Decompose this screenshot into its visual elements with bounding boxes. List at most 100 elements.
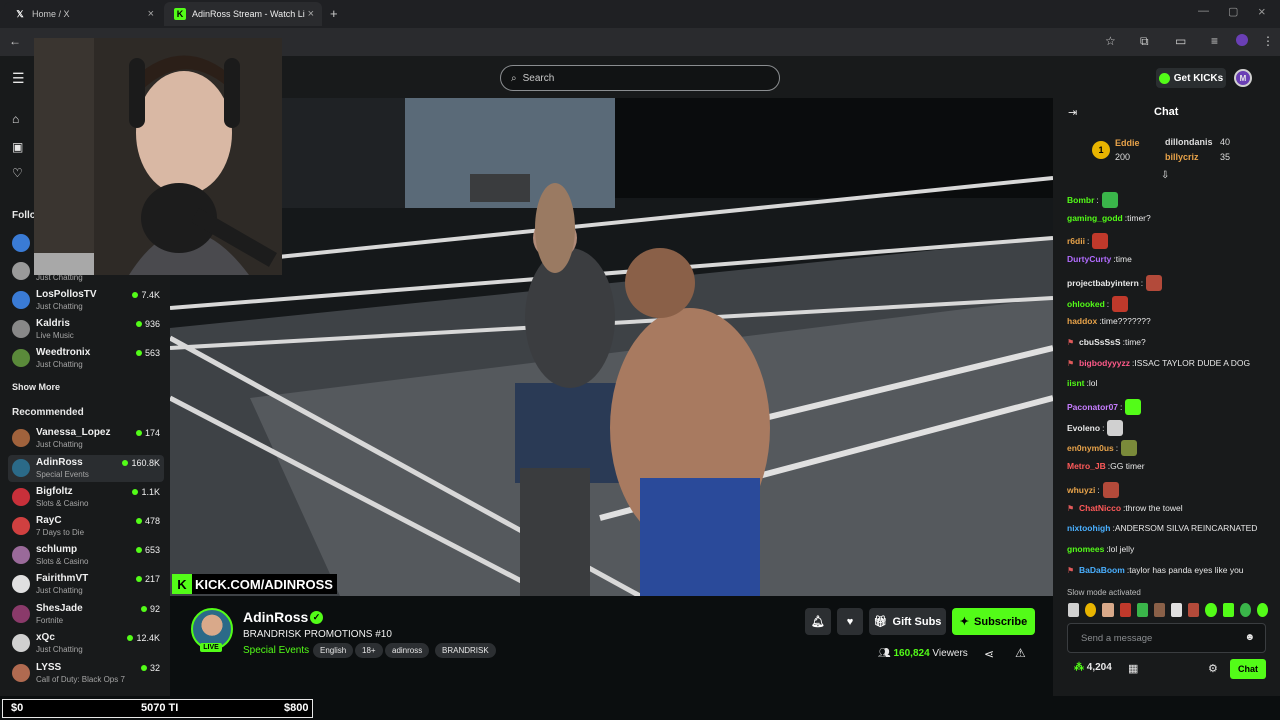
emote[interactable] [1153,603,1166,617]
chat-emote[interactable] [1112,296,1129,312]
gift-store-icon[interactable]: ▦ [1128,662,1138,675]
emote[interactable] [1085,603,1097,617]
chat-username[interactable]: r6dii [1067,236,1085,246]
emote[interactable] [1205,603,1217,617]
avatar [12,634,30,652]
tab-home-x[interactable]: 𝕏 Home / X × [4,2,162,26]
notification-bell-button[interactable]: 🔔︎ [805,608,831,635]
tag-adinross[interactable]: adinross [385,643,430,658]
expand-leaderboard-icon[interactable]: ⇩ [1161,170,1169,181]
search-input[interactable]: ⌕ Search [500,65,780,91]
maximize-icon[interactable]: ▢ [1228,5,1238,18]
following-item-lospollostv[interactable]: LosPollosTV Just Chatting 7.4K [8,287,164,314]
tag-english[interactable]: English [313,643,354,658]
chat-emote[interactable] [1092,233,1109,249]
recommended-item-xqc[interactable]: xQc Just Chatting 12.4K [8,630,164,657]
back-arrow-icon[interactable]: ← [9,34,21,48]
slow-mode-notice: Slow mode activated [1067,588,1141,597]
avatar [12,291,30,309]
chat-username[interactable]: Paconator07 [1067,402,1118,412]
settings-gear-icon[interactable]: ⚙ [1208,662,1218,675]
window-close-icon[interactable]: × [1258,4,1266,19]
recommended-item-schlump[interactable]: schlump Slots & Casino 653 [8,542,164,569]
gift-subs-button[interactable]: 🎁︎ Gift Subs [869,608,946,635]
profile-icon[interactable] [1236,34,1248,46]
stream-category[interactable]: Special Events [243,645,309,656]
chat-username[interactable]: Metro_JB [1067,461,1106,471]
streamer-name[interactable]: AdinRoss [243,609,308,625]
collapse-chat-icon[interactable]: ⇥ [1068,106,1077,119]
kicks-balance[interactable]: ⁂ 4,204 [1074,662,1112,673]
recommended-item-bigfoltz[interactable]: Bigfoltz Slots & Casino 1.1K [8,484,164,511]
following-item-kaldris[interactable]: Kaldris Live Music 936 [8,316,164,343]
chat-username[interactable]: cbuSsSsS [1079,337,1121,347]
chat-emote[interactable] [1146,275,1163,291]
recommended-item-vanessa-lopez[interactable]: Vanessa_Lopez Just Chatting 174 [8,425,164,452]
chat-emote[interactable] [1101,192,1118,208]
follow-heart-button[interactable]: ♥ [837,608,863,635]
chat-emote[interactable] [1121,440,1138,456]
subscribe-button[interactable]: ✦ Subscribe [952,608,1035,635]
show-more-link[interactable]: Show More [12,382,60,392]
chat-username[interactable]: ChatNicco [1079,503,1121,513]
video-player[interactable] [170,98,1053,596]
chat-title: Chat [1154,106,1179,118]
emoji-icon[interactable]: ☻ [1244,632,1255,643]
chat-username[interactable]: haddox [1067,316,1097,326]
chat-username[interactable]: Bombr [1067,195,1094,205]
cast-icon[interactable]: ▭ [1175,34,1186,48]
recommended-item-fairithmvt[interactable]: FairithmVT Just Chatting 217 [8,571,164,598]
chat-emote[interactable] [1107,420,1124,436]
close-icon[interactable]: × [148,8,154,20]
emote[interactable] [1136,603,1148,617]
emote[interactable] [1239,603,1251,617]
user-avatar[interactable]: M [1234,69,1252,87]
extensions-icon[interactable]: ⧉ [1140,34,1149,49]
chat-emote[interactable] [1102,482,1119,498]
browse-icon[interactable]: ▣ [12,140,23,154]
report-icon[interactable]: ⚠︎ [1015,646,1026,660]
chat-username[interactable]: iisnt [1067,378,1084,388]
emote[interactable] [1068,603,1080,617]
emote[interactable] [1171,603,1183,617]
recommended-item-rayc[interactable]: RayC 7 Days to Die 478 [8,513,164,540]
chat-message-input[interactable]: Send a message ☻ [1067,623,1266,653]
chat-username[interactable]: gnomees [1067,544,1104,554]
share-icon[interactable]: ⋖ [984,647,994,661]
emote[interactable] [1188,603,1200,617]
chat-username[interactable]: bigbodyyyzz [1079,358,1130,368]
chat-emote[interactable] [1125,399,1142,415]
menu-dots-icon[interactable]: ⋮ [1262,34,1274,48]
chat-username[interactable]: en0nym0us [1067,443,1114,453]
chat-username[interactable]: ohlooked [1067,299,1105,309]
minimize-icon[interactable]: — [1198,5,1209,17]
home-icon[interactable]: ⌂ [12,112,19,126]
emote[interactable] [1222,603,1234,617]
star-icon[interactable]: ☆ [1105,34,1116,48]
close-icon[interactable]: × [308,8,314,20]
hamburger-menu-icon[interactable]: ☰ [12,70,25,87]
chat-username[interactable]: Evoleno [1067,423,1100,433]
tag-brandrisk[interactable]: BRANDRISK [435,643,496,658]
tab-adinross-stream[interactable]: K AdinRoss Stream - Watch Li × [164,2,322,26]
chat-username[interactable]: projectbabyintern [1067,278,1139,288]
recommended-title: Recommended [12,407,84,418]
tag-18plus[interactable]: 18+ [355,643,383,658]
chat-username[interactable]: BaDaBoom [1079,565,1125,575]
heart-icon[interactable]: ♡ [12,166,23,180]
recommended-item-shesjade[interactable]: ShesJade Fortnite 92 [8,601,164,628]
send-chat-button[interactable]: Chat [1230,659,1266,679]
new-tab-icon[interactable]: + [330,6,338,21]
recommended-item-adinross[interactable]: AdinRoss Special Events 160.8K [8,455,164,482]
emote[interactable] [1256,603,1269,617]
media-icon[interactable]: ≡ [1211,34,1218,48]
following-item-weedtronix[interactable]: Weedtronix Just Chatting 563 [8,345,164,372]
recommended-item-lyss[interactable]: LYSS Call of Duty: Black Ops 7 32 [8,660,164,687]
chat-username[interactable]: DurtyCurty [1067,254,1111,264]
chat-username[interactable]: gaming_godd [1067,213,1123,223]
emote[interactable] [1102,603,1114,617]
get-kicks-button[interactable]: Get KICKs [1156,68,1226,88]
chat-username[interactable]: whuyzi [1067,485,1095,495]
chat-username[interactable]: nixtoohigh [1067,523,1110,533]
emote[interactable] [1119,603,1131,617]
